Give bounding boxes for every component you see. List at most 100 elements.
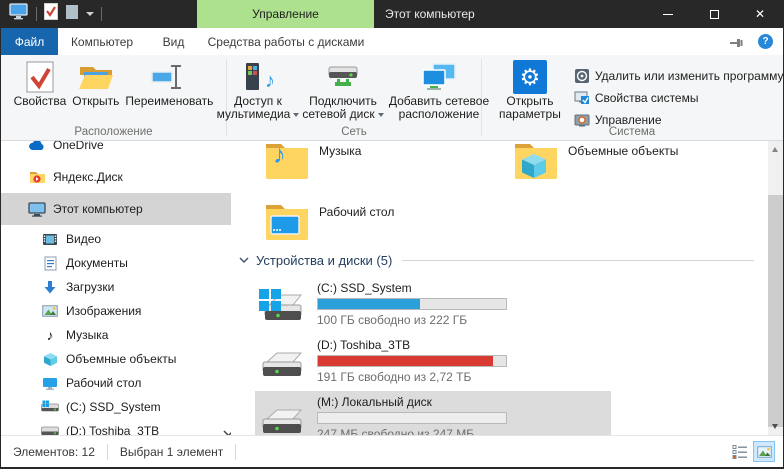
contextual-tab-manage[interactable]: Управление (197, 0, 374, 28)
thumbnails-view-icon (757, 446, 772, 458)
maximize-button[interactable] (691, 0, 737, 28)
system-drive-icon (41, 399, 59, 415)
drive-icon (41, 423, 59, 435)
sidebar-item-onedrive[interactable]: OneDrive (1, 141, 231, 161)
pictures-icon (41, 303, 59, 319)
uninstall-program-button[interactable]: Удалить или изменить программу (574, 65, 784, 87)
settings-gear-icon: ⚙ (513, 60, 547, 94)
drive-label: (C:) SSD_System (317, 281, 507, 295)
drive-icon (257, 393, 305, 435)
yandex-disk-icon (28, 169, 46, 185)
videos-icon (41, 231, 59, 247)
sidebar-item-label: Яндекс.Диск (53, 170, 123, 184)
sidebar-item-videos[interactable]: Видео (1, 227, 231, 251)
downloads-icon (41, 279, 59, 295)
sidebar-item-drive-d[interactable]: (D:) Toshiba_3TB (1, 419, 231, 435)
qat-separator (36, 7, 37, 21)
status-bar: Элементов: 12 Выбран 1 элемент (1, 435, 783, 469)
sidebar-item-label: (D:) Toshiba_3TB (66, 424, 159, 435)
tab-disk-tools[interactable]: Средства работы с дисками (201, 28, 371, 55)
drive-tile-d[interactable]: (D:) Toshiba_3TB 191 ГБ свободно из 2,72… (255, 334, 611, 388)
music-icon: ♪ (41, 327, 59, 343)
dropdown-icon (378, 113, 384, 117)
tab-view[interactable]: Вид (146, 28, 201, 55)
sidebar-scroll-down-icon[interactable] (223, 424, 231, 435)
3d-objects-icon (41, 351, 59, 367)
drive-free-space: 247 МБ свободно из 247 МБ (317, 427, 507, 435)
thumbnails-view-button[interactable] (753, 441, 775, 462)
qat-new-folder-button[interactable] (65, 4, 79, 25)
qat-customize-dropdown-icon[interactable] (86, 12, 94, 16)
folder-tile-desktop[interactable]: Рабочий стол (264, 199, 494, 243)
music-note-icon: ♪ (265, 70, 275, 93)
drive-tile-m[interactable]: (M:) Локальный диск 247 МБ свободно из 2… (255, 391, 611, 435)
uninstall-program-label: Удалить или изменить программу (595, 69, 784, 83)
network-drive-icon (324, 59, 362, 95)
quick-access-toolbar (9, 0, 109, 28)
desktop-folder-icon (264, 199, 310, 243)
this-pc-icon (28, 201, 46, 217)
explorer-icon (9, 3, 29, 25)
add-network-location-label-2: расположение (399, 108, 480, 121)
window-controls: ✕ (645, 0, 783, 28)
sidebar-item-label: Объемные объекты (66, 352, 176, 366)
3d-objects-folder-icon (513, 141, 559, 182)
titlebar: Управление Этот компьютер ✕ (1, 0, 783, 28)
close-button[interactable]: ✕ (737, 0, 783, 28)
properties-icon (26, 59, 54, 95)
scrollbar-thumb[interactable] (768, 195, 783, 427)
drive-free-space: 100 ГБ свободно из 222 ГБ (317, 313, 507, 327)
drive-icon (257, 336, 305, 386)
sidebar-item-this-pc[interactable]: Этот компьютер (1, 193, 231, 225)
details-view-button[interactable] (729, 441, 751, 462)
uninstall-program-icon (574, 68, 590, 84)
ribbon-group-location: Свойства Открыть Переименовать Расположе… (1, 55, 226, 140)
documents-icon (41, 255, 59, 271)
manage-label: Управление (595, 113, 662, 127)
sidebar-item-label: Документы (66, 256, 128, 270)
tab-computer[interactable]: Компьютер (58, 28, 146, 55)
sidebar-item-3d-objects[interactable]: Объемные объекты (1, 347, 231, 371)
sidebar-item-label: Музыка (66, 328, 108, 342)
sidebar-item-downloads[interactable]: Загрузки (1, 275, 231, 299)
open-label: Открыть (72, 95, 119, 108)
content-region: OneDrive Яндекс.Диск Этот компьютер Виде (1, 141, 783, 435)
scroll-up-icon[interactable] (772, 147, 778, 152)
qat-separator (101, 7, 102, 21)
pin-ribbon-icon[interactable] (729, 36, 745, 55)
folder-tile-music[interactable]: ♪ Музыка (264, 141, 494, 182)
sidebar-item-pictures[interactable]: Изображения (1, 299, 231, 323)
open-folder-icon (78, 59, 114, 95)
help-button[interactable]: ? (758, 34, 773, 49)
view-switcher (727, 441, 775, 462)
ribbon-group-system: ⚙ Открыть параметры Удалить или изменить… (482, 55, 782, 140)
collapse-chevron-icon (239, 257, 249, 263)
system-properties-button[interactable]: Свойства системы (574, 87, 784, 109)
qat-properties-button[interactable] (44, 3, 58, 25)
drive-capacity-fill (318, 356, 493, 366)
minimize-button[interactable] (645, 0, 691, 28)
group-label-system: Система (482, 126, 782, 138)
folder-label: Музыка (319, 144, 361, 182)
scroll-down-icon[interactable] (772, 424, 778, 429)
drive-label: (M:) Локальный диск (317, 395, 507, 409)
desktop-icon (41, 375, 59, 391)
sidebar-item-documents[interactable]: Документы (1, 251, 231, 275)
section-divider (402, 260, 754, 261)
tab-file[interactable]: Файл (1, 28, 58, 55)
sidebar-item-music[interactable]: ♪ Музыка (1, 323, 231, 347)
folder-tile-3d-objects[interactable]: Объемные объекты (513, 141, 743, 182)
dropdown-icon (293, 113, 299, 117)
sidebar-item-label: Изображения (66, 304, 141, 318)
folder-label: Рабочий стол (319, 205, 394, 243)
section-header-devices-and-drives[interactable]: Устройства и диски (5) (239, 251, 754, 269)
status-divider (107, 444, 108, 460)
drive-capacity-fill (318, 299, 420, 309)
sidebar-item-desktop[interactable]: Рабочий стол (1, 371, 231, 395)
sidebar-item-yandex-disk[interactable]: Яндекс.Диск (1, 161, 231, 193)
sidebar-item-drive-c[interactable]: (C:) SSD_System (1, 395, 231, 419)
drive-tile-c[interactable]: (C:) SSD_System 100 ГБ свободно из 222 Г… (255, 277, 611, 331)
music-note-icon: ♪ (273, 141, 286, 170)
sidebar-item-label: Этот компьютер (53, 202, 143, 216)
vertical-scrollbar[interactable] (768, 141, 783, 435)
